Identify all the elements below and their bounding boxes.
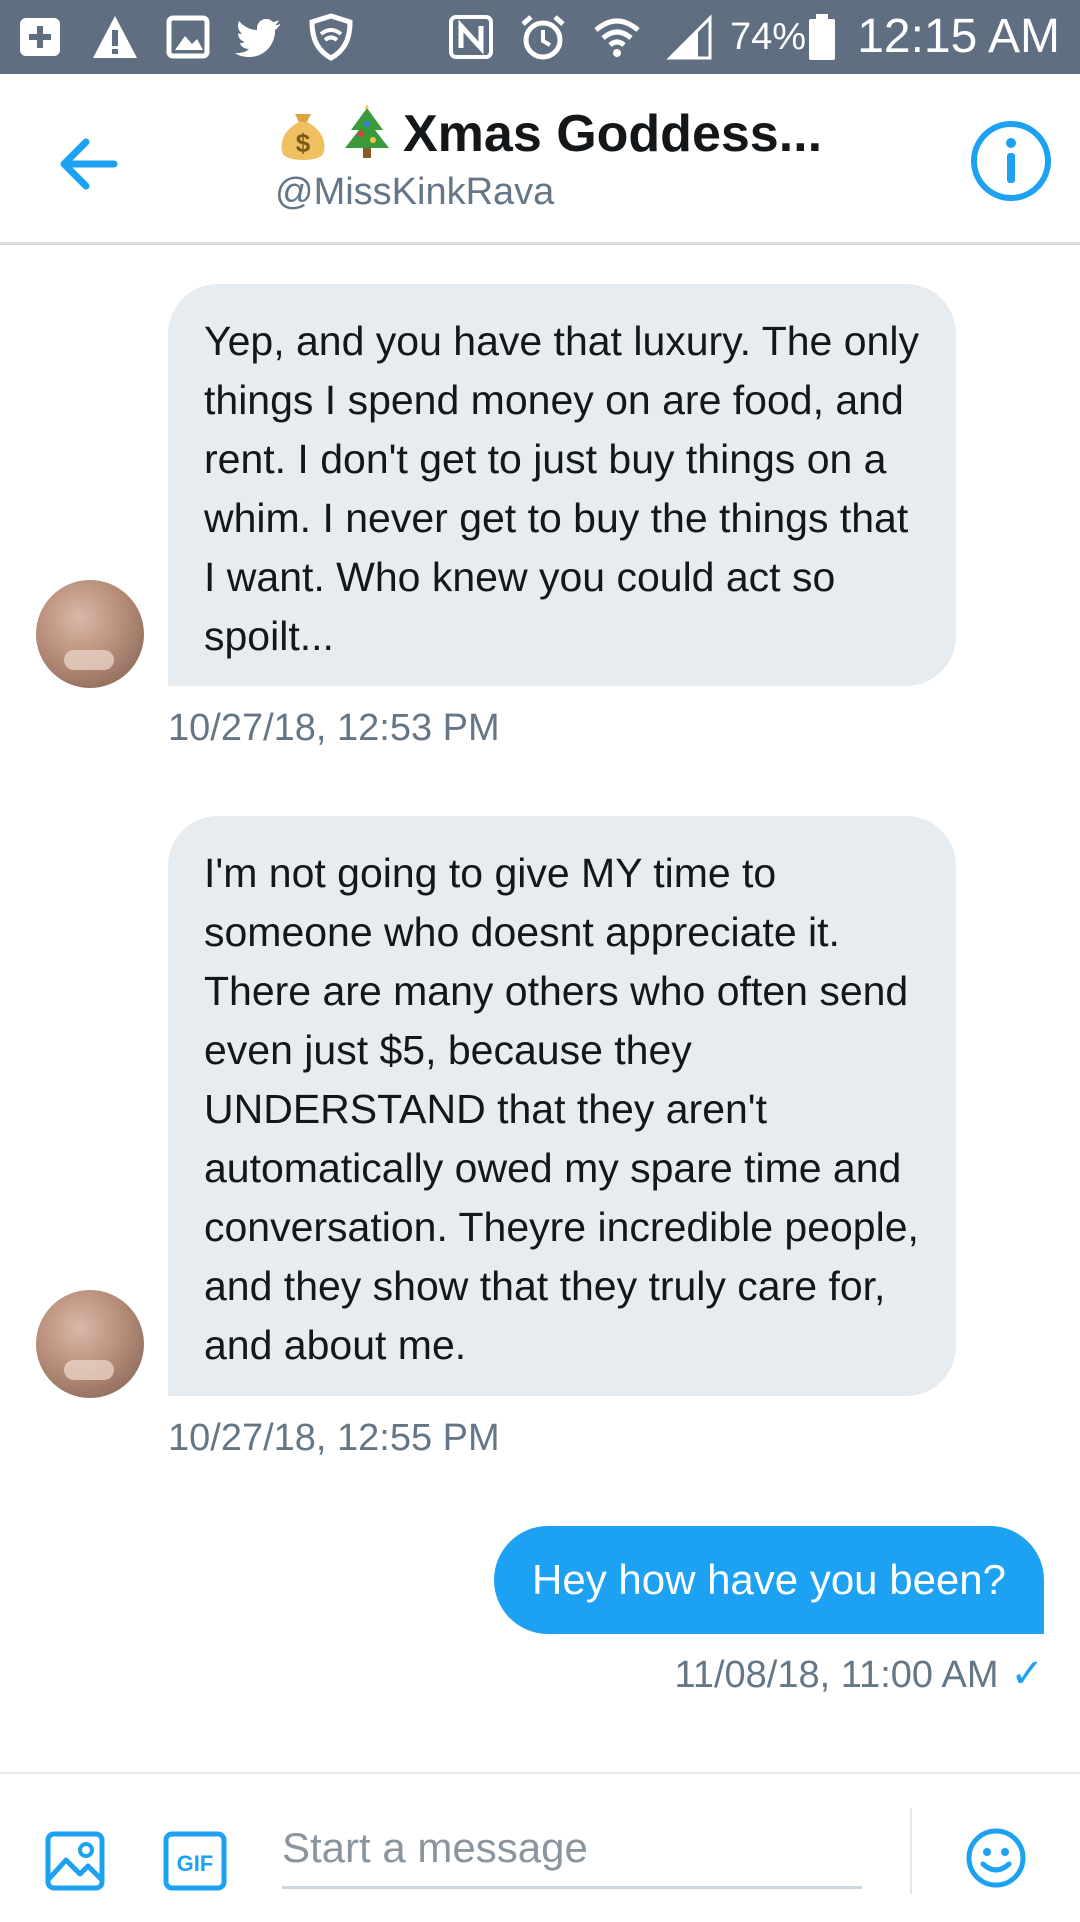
add-icon [20,18,60,56]
message-input[interactable] [282,1810,862,1889]
info-icon[interactable] [968,118,1054,204]
message-text: Yep, and you have that luxury. The only … [204,318,919,659]
signal-icon [666,14,712,60]
gif-label: GIF [177,1851,214,1876]
gif-icon[interactable]: GIF [162,1830,228,1892]
shield-icon [309,13,353,61]
message-bubble-incoming[interactable]: I'm not going to give MY time to someone… [168,816,956,1396]
status-clock: 12:15 AM [857,10,1060,63]
warning-icon [93,16,137,58]
read-check-icon: ✓ [1010,1652,1044,1696]
avatar[interactable] [36,580,144,688]
nfc-icon [449,15,493,59]
battery-percent: 74% [730,16,807,58]
image-icon [166,15,210,59]
message-timestamp: 10/27/18, 12:53 PM [168,707,500,749]
message-composer: GIF [0,1772,1080,1922]
back-arrow-icon[interactable] [52,124,132,204]
message-bubble-incoming[interactable]: Yep, and you have that luxury. The only … [168,284,956,686]
twitter-icon [235,19,280,57]
add-image-icon[interactable] [44,1830,106,1892]
conversation-title: Xmas Goddess... [403,105,823,163]
christmas-tree-icon [345,104,389,158]
money-bag-icon: $ [281,114,325,160]
message-timestamp: 10/27/18, 12:55 PM [168,1417,500,1459]
avatar[interactable] [36,1290,144,1398]
message-timestamp: 11/08/18, 11:00 AM [674,1654,999,1696]
status-bar: 74% 12:15 AM [0,0,1080,74]
alarm-icon [521,15,565,60]
message-timestamp-row: 11/08/18, 11:00 AM ✓ [675,1652,1044,1697]
conversation-title-block[interactable]: $ Xmas Goddess... @MissKinkRava [275,102,935,214]
conversation-header: $ Xmas Goddess... @MissKinkRava [0,74,1080,245]
conversation-handle: @MissKinkRava [275,171,555,213]
svg-text:$: $ [296,128,311,158]
battery-icon [809,14,835,60]
wifi-icon [594,18,640,57]
message-text: I'm not going to give MY time to someone… [204,850,919,1368]
message-bubble-outgoing[interactable]: Hey how have you been? [494,1526,1044,1634]
message-text: Hey how have you been? [532,1556,1006,1603]
emoji-icon[interactable] [964,1826,1028,1890]
composer-divider [910,1808,912,1894]
